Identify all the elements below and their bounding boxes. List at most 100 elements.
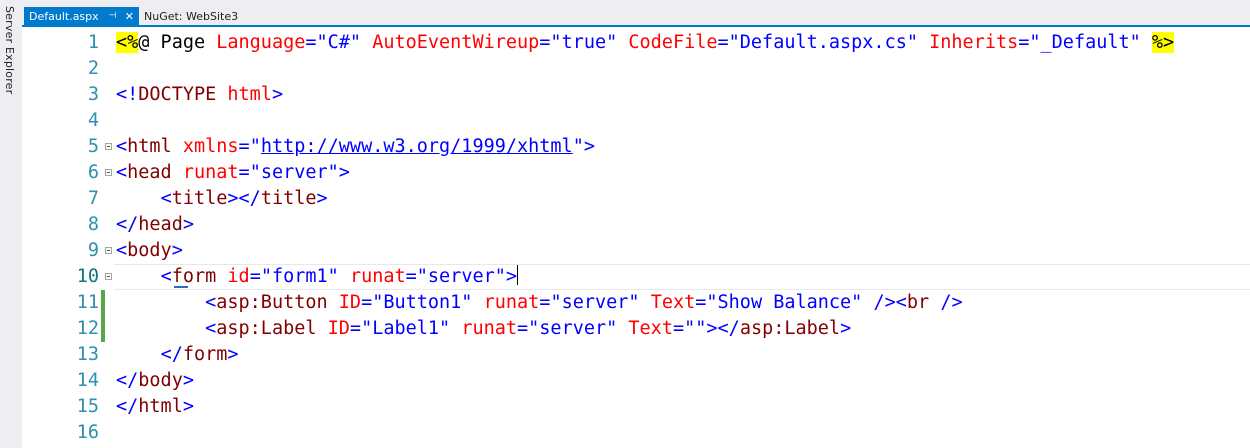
code-token-delim: < <box>160 266 172 287</box>
code-token-val: "true" <box>550 32 618 53</box>
code-line[interactable]: 6 <head runat="server"> <box>22 160 1250 186</box>
code-line[interactable]: 10 <form id="form1" runat="server"> <box>22 264 1250 290</box>
code-line[interactable]: 7 <title></title> <box>22 186 1250 212</box>
code-token-val: "Show Balance" <box>706 292 863 313</box>
code-token-delim: > <box>338 162 350 183</box>
line-number: 3 <box>87 84 99 105</box>
tab-label: NuGet: WebSite3 <box>144 9 239 23</box>
code-text: <%@ Page Language="C#" AutoEventWireup="… <box>116 30 1175 56</box>
code-token-tag: body <box>138 370 183 391</box>
collapse-icon[interactable] <box>105 247 112 254</box>
code-text: </body> <box>116 368 194 394</box>
code-token-delim: </ <box>160 344 183 365</box>
code-text: <asp:Label ID="Label1" runat="server" Te… <box>116 316 851 342</box>
code-token-attr: Language <box>216 32 306 53</box>
line-number: 10 <box>76 266 99 287</box>
line-number: 8 <box>87 214 99 235</box>
code-token-tag: DOCTYPE <box>138 84 217 105</box>
code-token-val: "Label1" <box>361 318 451 339</box>
code-token-val: "" <box>684 318 707 339</box>
code-token-delim: < <box>160 188 172 209</box>
code-line[interactable]: 8 </head> <box>22 212 1250 238</box>
code-token-delim: = <box>1018 32 1030 53</box>
code-token-delim: = <box>249 266 261 287</box>
code-line[interactable]: 15 </html> <box>22 394 1250 420</box>
code-token-attr: runat <box>182 162 239 183</box>
code-token-attr: runat <box>349 266 406 287</box>
code-line[interactable]: 9 <body> <box>22 238 1250 264</box>
code-token-tag: br <box>906 292 930 313</box>
code-token-delim: > <box>505 266 518 287</box>
close-icon[interactable]: ✕ <box>125 10 134 23</box>
code-token-val: "_Default" <box>1029 32 1141 53</box>
code-token-delim: > <box>840 318 852 339</box>
code-line[interactable]: 14 </body> <box>22 368 1250 394</box>
code-line[interactable]: 2 <box>22 56 1250 82</box>
pin-icon[interactable]: ⊣ <box>109 11 117 21</box>
code-token-delim: /> <box>940 292 963 313</box>
code-text: </html> <box>116 394 194 420</box>
tab-nuget-website3[interactable]: NuGet: WebSite3 <box>139 7 279 25</box>
code-line[interactable]: 12 <asp:Label ID="Label1" runat="server"… <box>22 316 1250 342</box>
code-token-attr: runat <box>483 292 540 313</box>
code-token-tag: asp:Label <box>739 318 841 339</box>
code-token-val: "server" <box>249 162 339 183</box>
code-line[interactable]: 5 <html xmlns="http://www.w3.org/1999/xht… <box>22 134 1250 160</box>
server-explorer-label[interactable]: Server Explorer <box>3 6 16 94</box>
code-token-attr: CodeFile <box>628 32 718 53</box>
code-line[interactable]: 3 <!DOCTYPE html> <box>22 82 1250 108</box>
code-token-delim: </ <box>116 396 139 417</box>
line-number: 6 <box>87 162 99 183</box>
code-token-delim: = <box>349 318 362 339</box>
collapse-icon[interactable] <box>105 143 112 150</box>
edit-marker <box>174 286 188 288</box>
code-token-val: "server" <box>550 292 640 313</box>
code-token-delim: > <box>171 240 183 261</box>
code-token-val: "Default.aspx.cs" <box>728 32 918 53</box>
code-token-delim: = <box>539 292 551 313</box>
server-explorer-strip[interactable]: Server Explorer <box>0 0 23 448</box>
change-marker <box>101 316 105 342</box>
line-number: 9 <box>87 240 99 261</box>
code-token-delim: </ <box>116 370 139 391</box>
collapse-icon[interactable] <box>105 273 112 280</box>
code-token-attr: Text <box>628 318 673 339</box>
code-token-delim: < <box>205 292 217 313</box>
code-token-val: "server" <box>528 318 618 339</box>
collapse-icon[interactable] <box>105 169 112 176</box>
line-number: 12 <box>76 318 99 339</box>
tab-default-aspx[interactable]: Default.aspx ⊣ ✕ <box>24 7 139 25</box>
code-text: </form> <box>116 342 239 368</box>
code-token-delim: > <box>182 370 194 391</box>
code-token-link[interactable]: http://www.w3.org/1999/xhtml <box>261 136 573 157</box>
code-line[interactable]: 1 <%@ Page Language="C#" AutoEventWireup=… <box>22 30 1250 56</box>
line-number: 14 <box>76 370 99 391</box>
code-token-val: " <box>572 136 584 157</box>
code-line[interactable]: 16 <box>22 420 1250 446</box>
code-token-delim: = <box>361 292 373 313</box>
code-line[interactable]: 4 <box>22 108 1250 134</box>
code-line[interactable]: 11 <asp:Button ID="Button1" runat="serve… <box>22 290 1250 316</box>
code-text: <html xmlns="http://www.w3.org/1999/xhtm… <box>116 134 595 160</box>
code-token-delim: < <box>116 240 128 261</box>
code-editor[interactable]: 1 <%@ Page Language="C#" AutoEventWireup=… <box>22 27 1250 448</box>
code-token-delim: = <box>695 292 707 313</box>
change-marker <box>101 290 105 316</box>
code-token-tag: form <box>171 266 217 287</box>
code-line[interactable]: 13 </form> <box>22 342 1250 368</box>
code-token-val: "Button1" <box>372 292 473 313</box>
code-token-attr: ID <box>338 292 362 313</box>
code-token-tag: asp:Label <box>216 318 317 339</box>
